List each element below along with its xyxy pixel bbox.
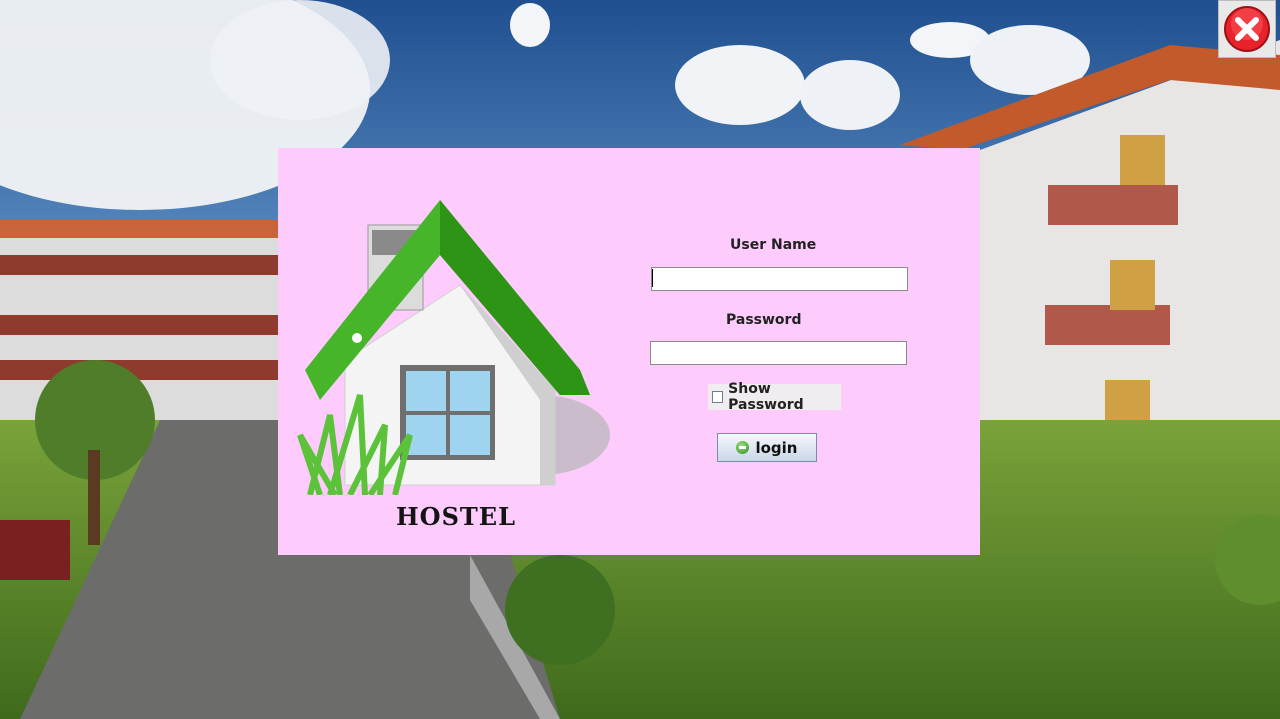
- brand-title: HOSTEL: [396, 502, 516, 531]
- username-label: User Name: [730, 237, 817, 253]
- checkbox-icon[interactable]: [712, 391, 724, 403]
- minus-circle-icon: [736, 441, 750, 454]
- login-button[interactable]: login: [717, 433, 817, 462]
- password-input[interactable]: [650, 341, 907, 365]
- login-button-label: login: [755, 438, 798, 457]
- username-input[interactable]: [651, 267, 908, 291]
- password-label: Password: [726, 312, 802, 328]
- close-icon: [1224, 6, 1270, 52]
- show-password-label: Show Password: [728, 381, 804, 413]
- house-icon: [290, 195, 620, 497]
- show-password-toggle[interactable]: Show Password: [708, 381, 841, 413]
- text-caret: [652, 269, 653, 287]
- close-button[interactable]: [1218, 0, 1276, 58]
